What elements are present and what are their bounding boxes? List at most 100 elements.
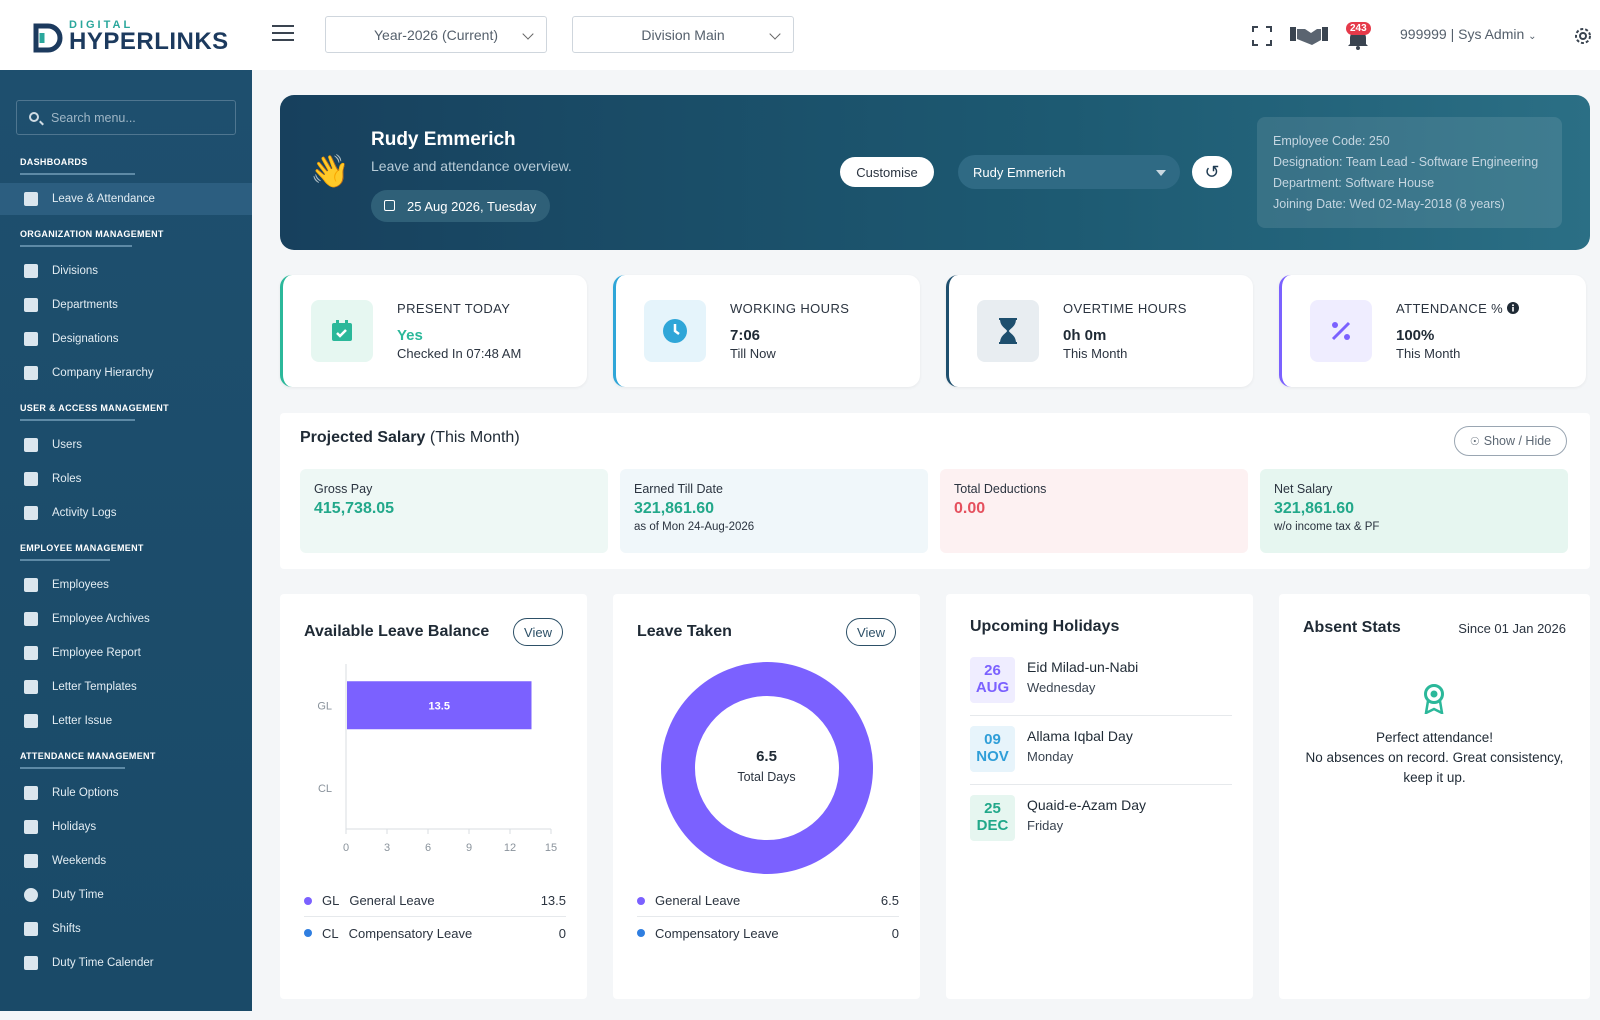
leave-taken-donut-chart <box>661 662 873 874</box>
sidebar-item-label: Letter Issue <box>52 715 113 727</box>
sidebar-item-employee-report[interactable]: Employee Report <box>0 637 252 669</box>
employee-info-box: Employee Code: 250 Designation: Team Lea… <box>1257 117 1562 228</box>
legend-row: Compensatory Leave 0 <box>637 917 899 949</box>
calendar-check-icon <box>24 192 38 206</box>
chevron-down-icon <box>769 28 781 40</box>
user-menu[interactable]: 999999 | Sys Admin ⌄ <box>1400 26 1537 42</box>
holiday-day: 25 <box>984 800 1001 817</box>
x-tick-label: 15 <box>545 842 557 854</box>
salary-box-label: Total Deductions <box>954 482 1047 496</box>
sidebar-item-holidays[interactable]: Holidays <box>0 811 252 843</box>
view-button[interactable]: View <box>846 618 896 646</box>
holiday-weekday: Friday <box>1027 818 1064 833</box>
sidebar-item-roles[interactable]: Roles <box>0 463 252 495</box>
salary-title-text: Projected Salary <box>300 429 426 446</box>
sidebar-item-label: Letter Templates <box>52 681 137 693</box>
year-select[interactable]: Year-2026 (Current) <box>325 16 547 53</box>
logo-mark-icon <box>33 23 63 53</box>
sidebar-item-shifts[interactable]: Shifts <box>0 913 252 945</box>
sidebar-item-departments[interactable]: Departments <box>0 289 252 321</box>
sidebar-item-rule-options[interactable]: Rule Options <box>0 777 252 809</box>
salary-box-value: 415,738.05 <box>314 500 395 517</box>
id-badge-icon <box>24 578 38 592</box>
holiday-name: Eid Milad-un-Nabi <box>1027 659 1139 675</box>
salary-box-label: Gross Pay <box>314 482 373 496</box>
stat-card-attendance: ATTENDANCE % 100% This Month <box>1279 275 1586 387</box>
sidebar-item-label: Holidays <box>52 821 97 833</box>
sidebar-item-company-hierarchy[interactable]: Company Hierarchy <box>0 357 252 389</box>
year-select-value: Year-2026 (Current) <box>374 26 498 43</box>
stat-title: OVERTIME HOURS <box>1063 301 1187 316</box>
sidebar-item-designations[interactable]: Designations <box>0 323 252 355</box>
stat-note: Checked In 07:48 AM <box>397 346 522 361</box>
sidebar-item-duty-time[interactable]: Duty Time <box>0 879 252 911</box>
holiday-item: 25 DEC Quaid-e-Azam Day Friday <box>970 785 1232 854</box>
stat-title: WORKING HOURS <box>730 301 850 316</box>
menu-toggle-icon[interactable] <box>272 25 294 43</box>
stat-card-present-today: PRESENT TODAY Yes Checked In 07:48 AM <box>280 275 587 387</box>
customise-button[interactable]: Customise <box>840 157 934 187</box>
current-date-pill: 25 Aug 2026, Tuesday <box>371 190 551 222</box>
sidebar-item-employees[interactable]: Employees <box>0 569 252 601</box>
sidebar-item-letter-issue[interactable]: Letter Issue <box>0 705 252 737</box>
holiday-name: Allama Iqbal Day <box>1027 728 1133 744</box>
salary-box-value: 0.00 <box>954 500 986 517</box>
salary-box-deductions: Total Deductions 0.00 <box>940 469 1248 553</box>
y-tick-label: GL <box>317 700 332 712</box>
sidebar-item-users[interactable]: Users <box>0 429 252 461</box>
stat-value: Yes <box>397 327 423 344</box>
sidebar-item-letter-templates[interactable]: Letter Templates <box>0 671 252 703</box>
sidebar-item-weekends[interactable]: Weekends <box>0 845 252 877</box>
salary-box-label: Net Salary <box>1274 482 1333 496</box>
legend-row: GL General Leave 13.5 <box>304 885 566 917</box>
user-icon <box>24 438 38 452</box>
salary-period: (This Month) <box>429 429 520 446</box>
sidebar-item-leave-attendance[interactable]: Leave & Attendance <box>0 183 252 215</box>
sidebar-search-input[interactable]: Search menu... <box>16 100 236 135</box>
x-tick-label: 12 <box>504 842 516 854</box>
stat-value: 7:06 <box>730 327 761 344</box>
brand-logo[interactable]: DIGITAL HYPERLINKS <box>32 18 228 55</box>
handshake-icon[interactable] <box>1290 24 1328 46</box>
salary-box-note: as of Mon 24-Aug-2026 <box>634 521 755 533</box>
legend-dot <box>637 896 645 905</box>
archive-icon <box>24 612 38 626</box>
legend-code: GL <box>322 893 340 908</box>
sidebar-item-duty-time-calender[interactable]: Duty Time Calender <box>0 947 252 979</box>
sidebar-item-employee-archives[interactable]: Employee Archives <box>0 603 252 635</box>
absent-since: Since 01 Jan 2026 <box>1458 621 1566 636</box>
bar-value-label: 13.5 <box>429 700 450 712</box>
y-tick-label: CL <box>318 783 332 795</box>
legend-name: General Leave <box>655 893 741 908</box>
holiday-day: 26 <box>984 662 1001 679</box>
list-icon <box>24 786 38 800</box>
absent-message-line: keep it up. <box>1403 770 1466 785</box>
sidebar-item-label: Duty Time Calender <box>52 957 154 969</box>
section-attendance: ATTENDANCE MANAGEMENT <box>20 751 156 769</box>
sidebar-item-activity-logs[interactable]: Activity Logs <box>0 497 252 529</box>
holiday-weekday: Wednesday <box>1027 680 1096 695</box>
x-tick-label: 0 <box>343 842 349 854</box>
view-button[interactable]: View <box>513 618 563 646</box>
show-hide-button[interactable]: ☉ Show / Hide <box>1454 426 1567 456</box>
legend-value: 0 <box>558 925 566 941</box>
employee-select[interactable]: Rudy Emmerich <box>958 155 1180 189</box>
projected-salary-panel: Projected Salary (This Month) ☉ Show / Hi… <box>280 413 1590 569</box>
legend-name: Compensatory Leave <box>655 925 779 941</box>
reset-button[interactable]: ↺ <box>1192 156 1232 188</box>
info-icon[interactable] <box>1507 302 1520 314</box>
waving-hand-icon: 👋 <box>310 153 350 189</box>
holiday-date-badge: 09 NOV <box>970 726 1015 772</box>
fullscreen-icon[interactable] <box>1252 26 1272 46</box>
settings-gear-icon[interactable] <box>1572 25 1594 47</box>
absent-message-line: No absences on record. Great consistency… <box>1305 750 1564 765</box>
user-menu-label: 999999 | Sys Admin <box>1400 26 1525 42</box>
division-select[interactable]: Division Main <box>572 16 794 53</box>
sidebar-item-divisions[interactable]: Divisions <box>0 255 252 287</box>
building-icon <box>24 264 38 278</box>
clipboard-icon <box>24 506 38 520</box>
search-placeholder: Search menu... <box>51 110 136 125</box>
card-title: Upcoming Holidays <box>970 618 1120 635</box>
legend-dot <box>304 929 312 937</box>
stat-note: This Month <box>1063 346 1128 361</box>
